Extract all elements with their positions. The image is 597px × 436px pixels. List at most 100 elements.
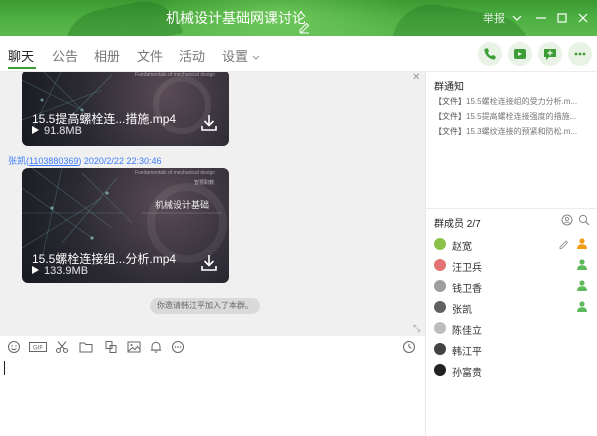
video-icon [32,266,39,274]
tab-settings-label: 设置 [222,49,249,64]
chat-area: ✕ Fundamentals of mechanical design 15.5… [0,72,425,336]
member-name: 韩江平 [452,347,482,358]
scissors-icon[interactable] [55,340,69,354]
phone-icon [484,48,496,60]
member-name: 孙富贵 [452,368,482,379]
history-icon[interactable] [402,340,416,354]
image-icon[interactable] [127,340,141,354]
tab-album[interactable]: 相册 [94,46,120,65]
notice-tag: 【文件】 [434,127,466,136]
member-row[interactable]: 孙富贵 [434,362,594,379]
member-name: 陈佳立 [452,326,482,337]
doc-icon[interactable] [104,340,118,354]
tab-activity[interactable]: 活动 [179,46,205,65]
notice-tag: 【文件】 [434,112,466,121]
file-size-value: 133.9MB [44,265,89,277]
report-button[interactable]: 举报 [483,0,505,36]
more-circle-icon[interactable] [171,340,185,354]
emoji-icon[interactable] [7,340,21,354]
member-row[interactable]: 张凯 [434,299,594,316]
card-header-text: Fundamentals of mechanical design [134,170,215,176]
video-icon [32,126,39,134]
group-notice-title: 群通知 [434,82,464,93]
report-label: 举报 [483,13,505,25]
member-row[interactable]: 钱卫香 [434,278,594,295]
bell-icon[interactable] [149,340,163,354]
tab-chat[interactable]: 聊天 [8,46,34,65]
more-icon [574,52,586,56]
notice-item[interactable]: 【文件】15.5提高螺栓连接强度的措施... [434,111,594,122]
gif-icon[interactable]: GIF [29,340,47,354]
svg-text:GIF: GIF [33,346,43,352]
avatar[interactable] [434,301,446,313]
folder-icon[interactable] [79,340,93,354]
card-brand: 智慧职教 [194,180,215,186]
file-size: 133.9MB [32,265,88,277]
sender-id[interactable]: 1103880369 [29,156,78,166]
member-name: 张凯 [452,305,472,316]
avatar[interactable] [434,364,446,376]
input-toolbar: GIF [0,336,425,358]
dropdown-icon[interactable] [508,9,526,27]
member-name: 钱卫香 [452,284,482,295]
tab-files[interactable]: 文件 [137,46,163,65]
avatar[interactable] [434,280,446,292]
tab-announcement[interactable]: 公告 [52,46,78,65]
file-size: 91.8MB [32,125,82,137]
invite-icon[interactable] [561,214,573,229]
member-name: 汪卫兵 [452,263,482,274]
card-course-title: 机械设计基础 [155,200,210,210]
tab-settings[interactable]: 设置 [222,46,260,65]
phone-button[interactable] [478,42,502,66]
notice-tag: 【文件】 [434,97,466,106]
file-card[interactable]: Fundamentals of mechanical design 15.5提高… [22,72,229,146]
video-call-button[interactable] [508,42,532,66]
close-window-icon[interactable] [574,9,592,27]
avatar[interactable] [434,238,446,250]
notice-item[interactable]: 【文件】15.5螺栓连接组的受力分析.m... [434,96,594,107]
search-icon[interactable] [578,214,590,229]
edit-icon[interactable] [558,238,570,250]
admin-badge-icon [576,258,588,271]
chevron-down-icon [252,55,260,60]
member-row[interactable]: 韩江平 [434,341,594,358]
member-row[interactable]: 陈佳立 [434,320,594,337]
panel-divider [426,208,597,209]
add-chat-icon [544,49,556,60]
notice-text: 15.5提高螺栓连接强度的措施... [466,112,577,121]
download-icon[interactable] [201,254,217,274]
download-icon[interactable] [201,114,217,134]
minimize-icon[interactable] [532,9,550,27]
message-time: 2020/2/22 22:30:46 [83,156,162,166]
text-caret [4,361,5,375]
video-call-icon [514,49,526,59]
active-tab-indicator [8,67,36,69]
notice-text: 15.5螺栓连接组的受力分析.m... [466,97,578,106]
member-name: 赵宽 [452,242,472,253]
file-size-value: 91.8MB [44,125,82,137]
group-side-panel: 群通知 【文件】15.5螺栓连接组的受力分析.m... 【文件】15.5提高螺栓… [425,72,597,436]
edit-title-icon[interactable] [298,11,310,34]
avatar[interactable] [434,322,446,334]
owner-badge-icon [576,237,588,250]
sender-name[interactable]: 张凯 [8,156,26,166]
add-chat-button[interactable] [538,42,562,66]
close-notice-icon[interactable]: ✕ [412,72,420,83]
title-bar: 机械设计基础网课讨论 举报 [0,0,597,36]
collapse-icon[interactable]: ⤡ [413,323,420,334]
window-title: 机械设计基础网课讨论 [166,10,306,26]
message-input[interactable] [0,358,425,436]
admin-badge-icon [576,300,588,313]
maximize-icon[interactable] [553,9,571,27]
avatar[interactable] [434,259,446,271]
member-row[interactable]: 赵宽 [434,236,594,253]
notice-text: 15.3螺纹连接的预紧和防松.m... [466,127,578,136]
system-message: 你邀请韩江平加入了本群。 [150,298,260,314]
notice-item[interactable]: 【文件】15.3螺纹连接的预紧和防松.m... [434,126,594,137]
sender-line: 张凯(1103880369) 2020/2/22 22:30:46 [8,156,162,166]
more-button[interactable] [568,42,592,66]
avatar[interactable] [434,343,446,355]
card-header-text: Fundamentals of mechanical design [134,72,215,78]
file-card[interactable]: Fundamentals of mechanical design 智慧职教 机… [22,168,229,283]
member-row[interactable]: 汪卫兵 [434,257,594,274]
